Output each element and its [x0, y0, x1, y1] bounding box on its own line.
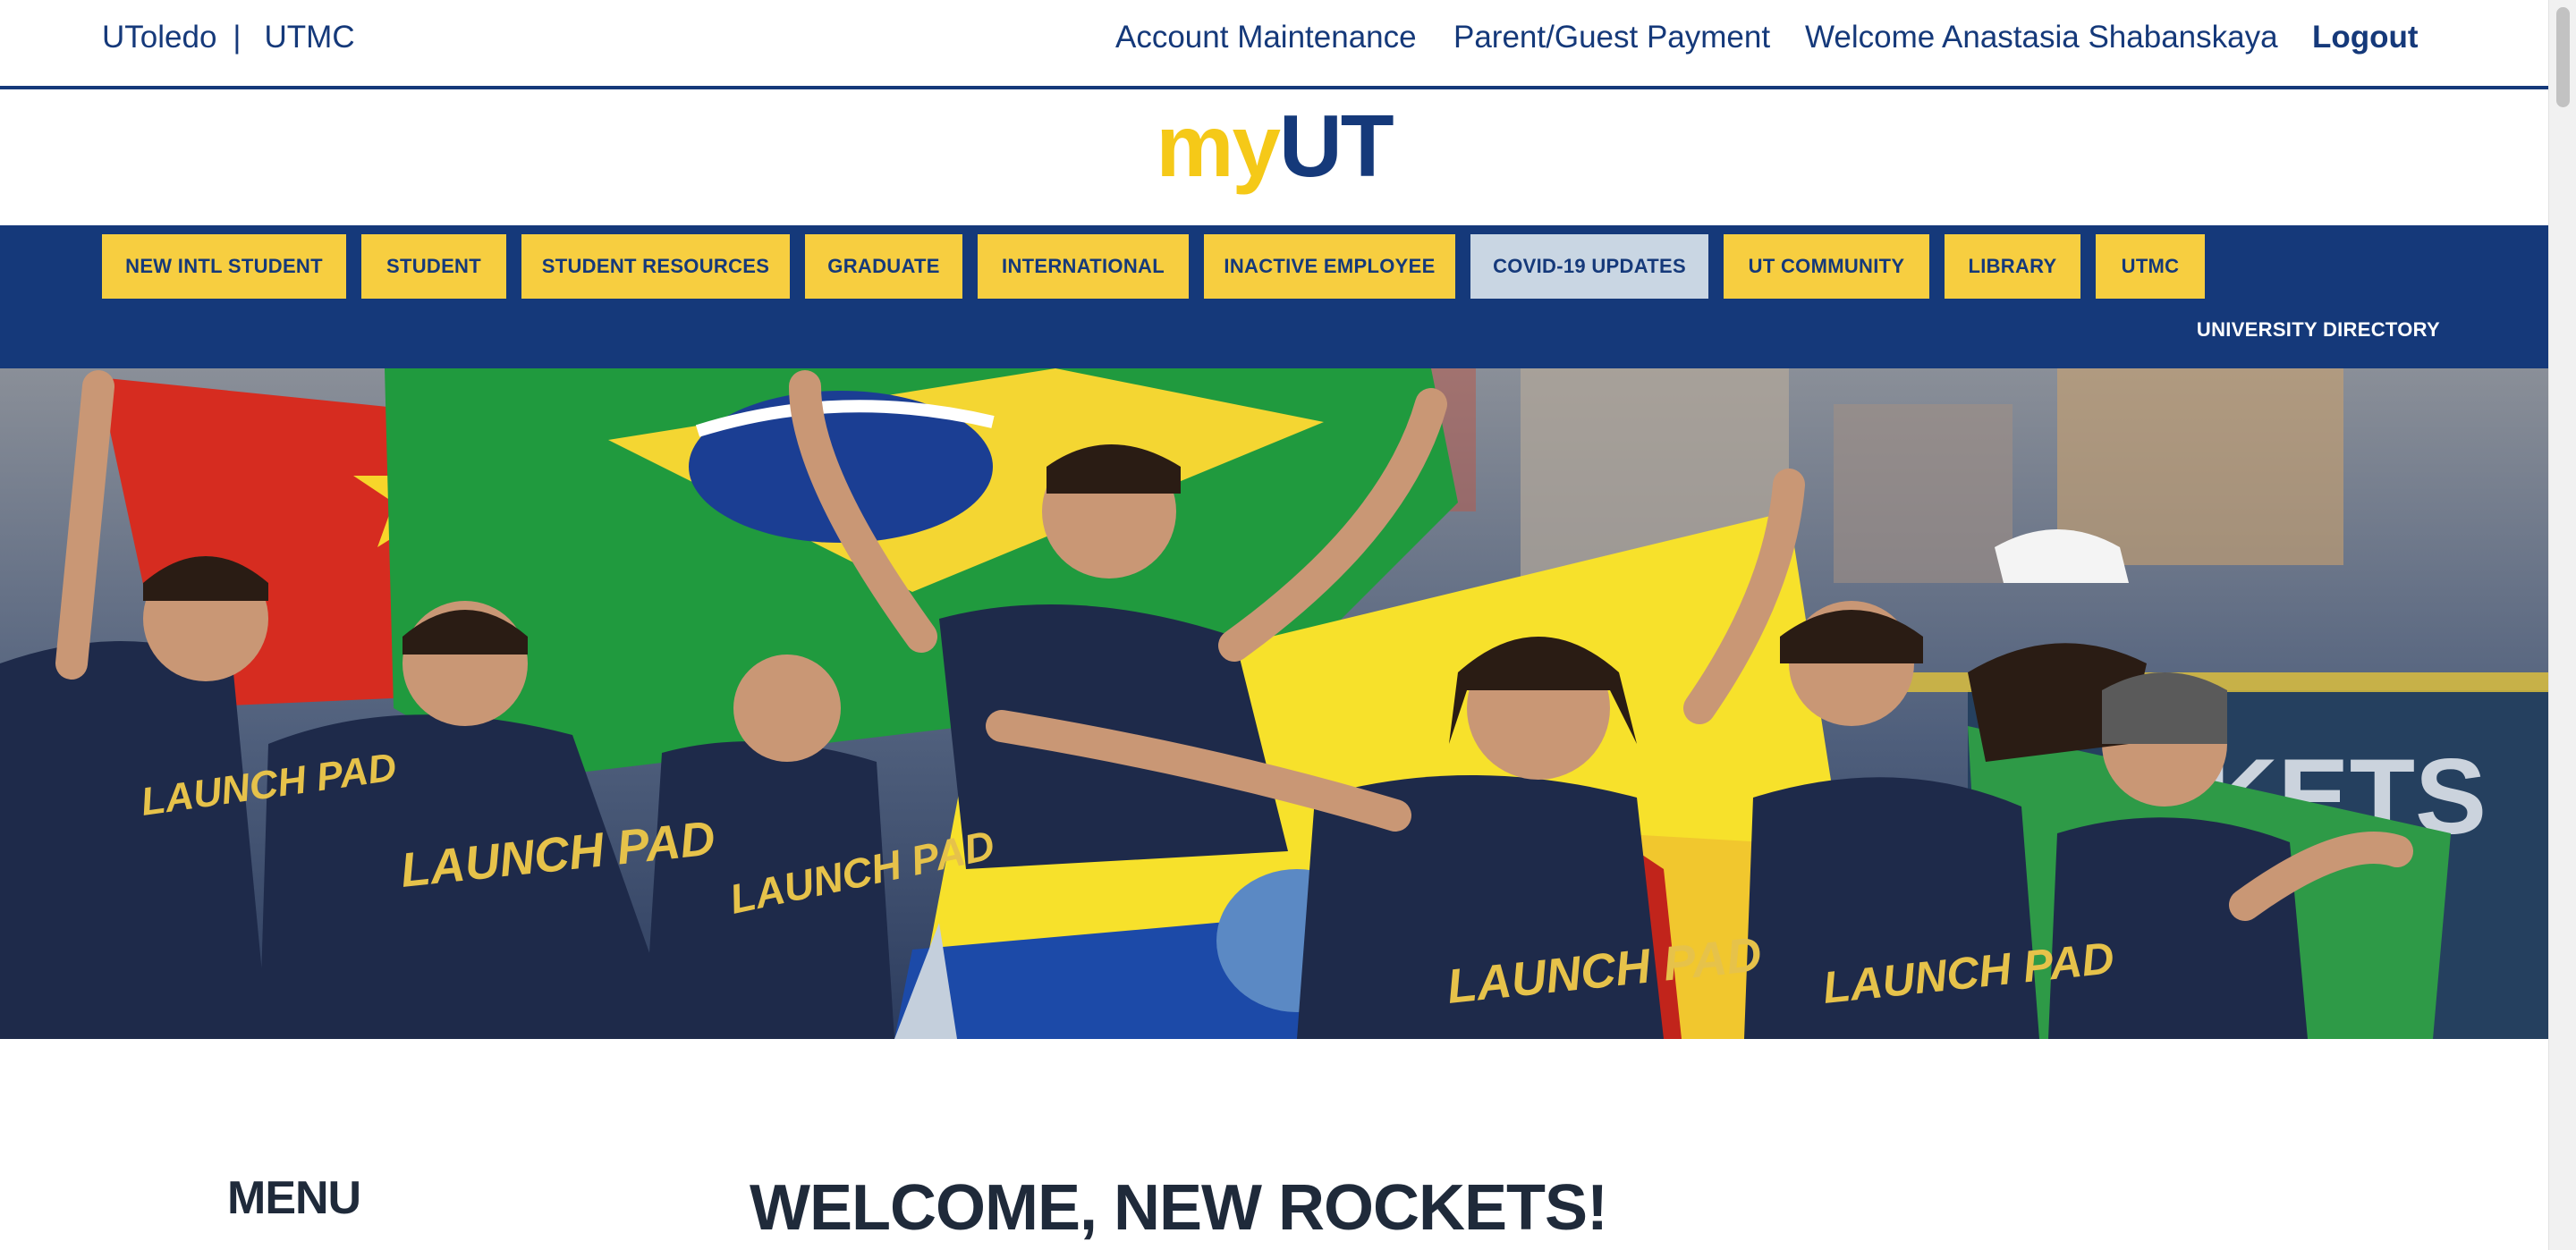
campus-links: UToledo | UTMC	[102, 20, 355, 55]
nav-library[interactable]: LIBRARY	[1945, 234, 2080, 299]
nav-inactive-employee[interactable]: INACTIVE EMPLOYEE	[1204, 234, 1455, 299]
nav-covid-19-updates[interactable]: COVID-19 UPDATES	[1470, 234, 1708, 299]
campus-separator: |	[233, 20, 242, 55]
vertical-scrollbar[interactable]	[2548, 0, 2576, 1250]
scrollbar-thumb[interactable]	[2556, 7, 2570, 107]
nav-student-resources[interactable]: STUDENT RESOURCES	[521, 234, 790, 299]
hero-image: KETS LAUNCH PAD LAUNCH PAD LAUNCH PAD LA…	[0, 368, 2548, 1039]
nav-student[interactable]: STUDENT	[361, 234, 506, 299]
logout-link[interactable]: Logout	[2312, 20, 2419, 55]
myut-logo[interactable]: myUT	[0, 93, 2548, 225]
utmc-link[interactable]: UTMC	[265, 20, 355, 55]
page-title: WELCOME, NEW ROCKETS!	[750, 1172, 1608, 1244]
nav-international[interactable]: INTERNATIONAL	[978, 234, 1189, 299]
nav-new-intl-student[interactable]: NEW INTL STUDENT	[102, 234, 346, 299]
menu-heading: MENU	[227, 1172, 361, 1224]
utoledo-link[interactable]: UToledo	[102, 20, 216, 55]
nav-utmc[interactable]: UTMC	[2096, 234, 2205, 299]
main-navigation: NEW INTL STUDENT STUDENT STUDENT RESOURC…	[0, 225, 2548, 368]
nav-graduate[interactable]: GRADUATE	[805, 234, 962, 299]
welcome-user-text: Welcome Anastasia Shabanskaya	[1805, 20, 2278, 55]
parent-guest-payment-link[interactable]: Parent/Guest Payment	[1453, 20, 1770, 55]
logo-my: my	[1156, 97, 1281, 195]
top-utility-bar: UToledo | UTMC Account Maintenance Paren…	[0, 0, 2548, 89]
account-maintenance-link[interactable]: Account Maintenance	[1115, 20, 1417, 55]
university-directory-link[interactable]: UNIVERSITY DIRECTORY	[2197, 318, 2440, 342]
nav-ut-community[interactable]: UT COMMUNITY	[1724, 234, 1929, 299]
logo-ut: UT	[1279, 97, 1394, 195]
